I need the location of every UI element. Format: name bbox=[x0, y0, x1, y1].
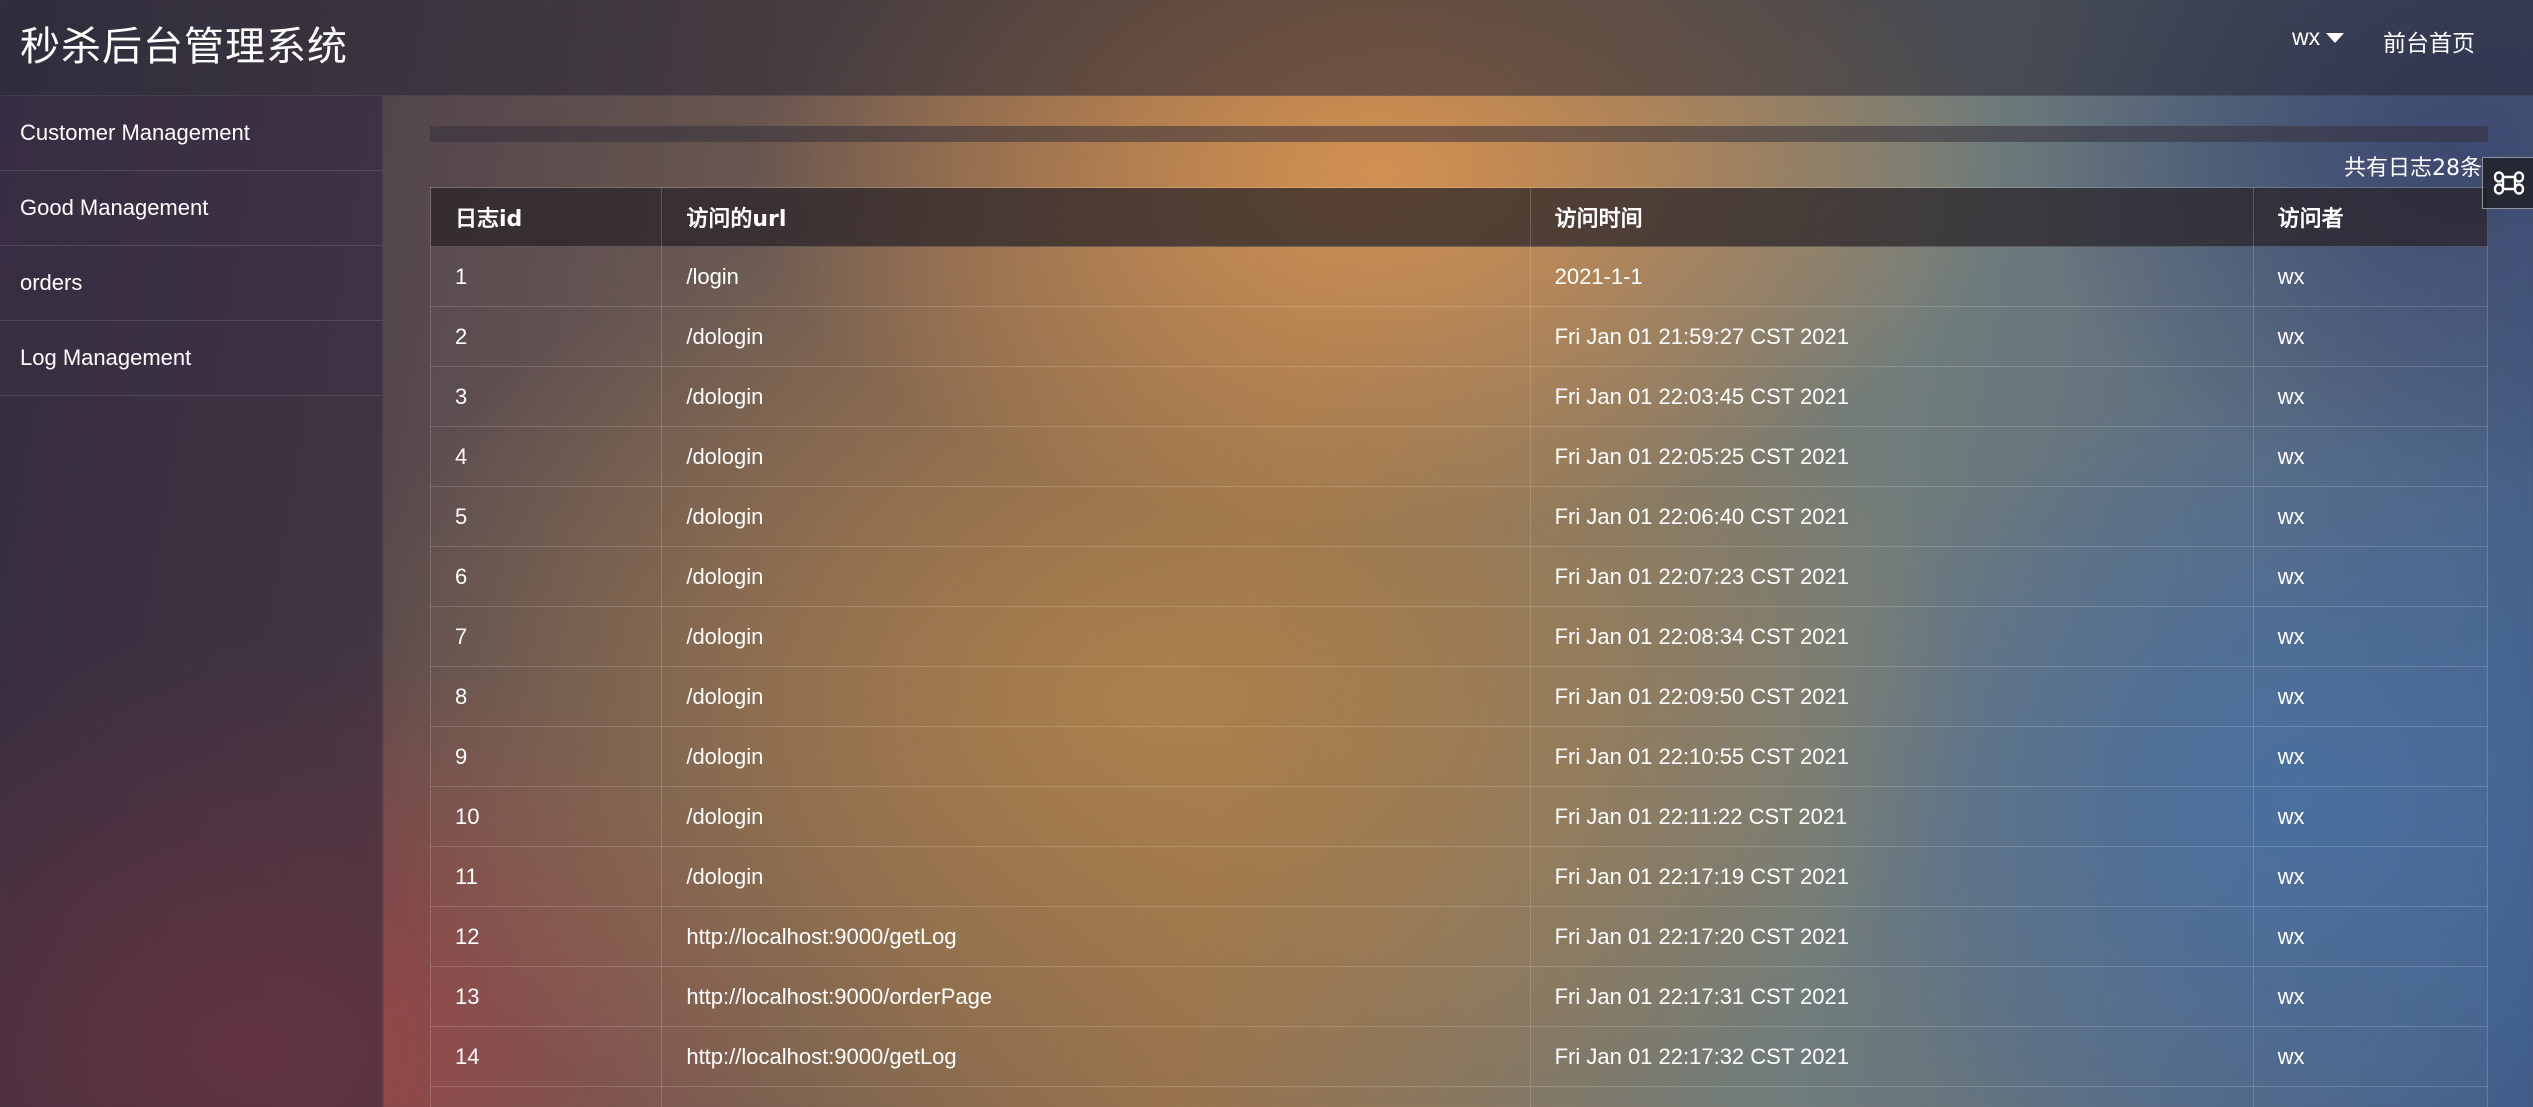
log-id-cell: 1 bbox=[429, 246, 663, 307]
sidebar-item-orders[interactable]: orders bbox=[0, 246, 382, 321]
log-id-cell: 2 bbox=[429, 306, 663, 367]
table-row: 13 http://localhost:9000/orderPage Fri Jan… bbox=[429, 966, 2489, 1027]
table-row: 11/dologin Fri Jan 01 22:17:19 CST 2021 wx bbox=[429, 846, 2489, 907]
visitor-cell: wx bbox=[2252, 966, 2489, 1027]
table-row: 1/login 2021-1-1 wx bbox=[429, 246, 2489, 307]
top-navbar: 秒杀后台管理系统 wx 前台首页 bbox=[0, 0, 2533, 96]
log-id-cell: 6 bbox=[429, 546, 663, 607]
visitor-cell: wx bbox=[2252, 846, 2489, 907]
time-cell: Fri Jan 01 22:10:55 CST 2021 bbox=[1529, 726, 2254, 787]
time-cell: Fri Jan 01 22:07:23 CST 2021 bbox=[1529, 546, 2254, 607]
visitor-cell bbox=[2252, 1086, 2489, 1107]
log-table: 日志id 访问的url 访问时间 访问者 1/login 2021-1-1 wx 2/… bbox=[429, 187, 2489, 1107]
table-row: 7/dologin Fri Jan 01 22:08:34 CST 2021 wx bbox=[429, 606, 2489, 667]
column-header-url: 访问的url bbox=[661, 187, 1531, 247]
time-cell: Fri Jan 01 22:17:20 CST 2021 bbox=[1529, 906, 2254, 967]
visitor-cell: wx bbox=[2252, 666, 2489, 727]
time-cell: 2021-1-1 bbox=[1529, 246, 2254, 307]
time-cell: Fri Jan 01 22:06:40 CST 2021 bbox=[1529, 486, 2254, 547]
visitor-cell: wx bbox=[2252, 486, 2489, 547]
command-key-icon[interactable] bbox=[2482, 157, 2533, 209]
visitor-cell: wx bbox=[2252, 606, 2489, 667]
visitor-cell: wx bbox=[2252, 426, 2489, 487]
log-id-cell: 5 bbox=[429, 486, 663, 547]
sidebar-item-good-management[interactable]: Good Management bbox=[0, 171, 382, 246]
sidebar: Customer Management Good Management orde… bbox=[0, 96, 384, 1107]
time-cell bbox=[1529, 1086, 2254, 1107]
log-id-cell: 3 bbox=[429, 366, 663, 427]
url-cell: /dologin bbox=[661, 426, 1531, 487]
time-cell: Fri Jan 01 22:03:45 CST 2021 bbox=[1529, 366, 2254, 427]
caret-down-icon bbox=[2326, 32, 2345, 43]
log-count: 共有日志28条 bbox=[2344, 156, 2482, 181]
log-id-cell: 4 bbox=[429, 426, 663, 487]
top-divider-bar bbox=[430, 126, 2488, 142]
url-cell: /login bbox=[661, 246, 1531, 307]
time-cell: Fri Jan 01 21:59:27 CST 2021 bbox=[1529, 306, 2254, 367]
visitor-cell: wx bbox=[2252, 546, 2489, 607]
user-name: wx bbox=[2292, 24, 2321, 50]
visitor-cell: wx bbox=[2252, 306, 2489, 367]
visitor-cell: wx bbox=[2252, 1026, 2489, 1087]
main-content: 共有日志28条 日志id 访问的url 访问时间 访问者 1/login 2021… bbox=[429, 126, 2489, 1107]
url-cell: /dologin bbox=[661, 786, 1531, 847]
table-row: 12 http://localhost:9000/getLog Fri Jan 01… bbox=[429, 906, 2489, 967]
sidebar-item-customer-management[interactable]: Customer Management bbox=[0, 96, 382, 171]
table-row: 8/dologin Fri Jan 01 22:09:50 CST 2021 wx bbox=[429, 666, 2489, 727]
table-row: 10/dologin Fri Jan 01 22:11:22 CST 2021 wx bbox=[429, 786, 2489, 847]
time-cell: Fri Jan 01 22:17:31 CST 2021 bbox=[1529, 966, 2254, 1027]
table-row: 9/dologin Fri Jan 01 22:10:55 CST 2021 wx bbox=[429, 726, 2489, 787]
table-row: 3/dologin Fri Jan 01 22:03:45 CST 2021 wx bbox=[429, 366, 2489, 427]
table-row: 6/dologin Fri Jan 01 22:07:23 CST 2021 wx bbox=[429, 546, 2489, 607]
column-header-time: 访问时间 bbox=[1529, 187, 2254, 247]
time-cell: Fri Jan 01 22:11:22 CST 2021 bbox=[1529, 786, 2254, 847]
log-id-cell: 13 bbox=[429, 966, 663, 1027]
time-cell: Fri Jan 01 22:17:19 CST 2021 bbox=[1529, 846, 2254, 907]
time-cell: Fri Jan 01 22:05:25 CST 2021 bbox=[1529, 426, 2254, 487]
table-row bbox=[429, 1086, 2489, 1107]
url-cell: /dologin bbox=[661, 486, 1531, 547]
visitor-cell: wx bbox=[2252, 246, 2489, 307]
visitor-cell: wx bbox=[2252, 786, 2489, 847]
time-cell: Fri Jan 01 22:09:50 CST 2021 bbox=[1529, 666, 2254, 727]
log-id-cell: 11 bbox=[429, 846, 663, 907]
visitor-cell: wx bbox=[2252, 906, 2489, 967]
url-cell: /dologin bbox=[661, 666, 1531, 727]
url-cell: /dologin bbox=[661, 306, 1531, 367]
url-cell bbox=[661, 1086, 1531, 1107]
url-cell: http://localhost:9000/getLog bbox=[661, 1026, 1531, 1087]
table-row: 5/dologin Fri Jan 01 22:06:40 CST 2021 wx bbox=[429, 486, 2489, 547]
log-id-cell bbox=[429, 1086, 663, 1107]
log-id-cell: 9 bbox=[429, 726, 663, 787]
url-cell: http://localhost:9000/getLog bbox=[661, 906, 1531, 967]
visitor-cell: wx bbox=[2252, 366, 2489, 427]
log-id-cell: 14 bbox=[429, 1026, 663, 1087]
app-title[interactable]: 秒杀后台管理系统 bbox=[20, 14, 348, 72]
user-dropdown[interactable]: wx bbox=[2292, 24, 2345, 51]
url-cell: /dologin bbox=[661, 846, 1531, 907]
table-row: 2/dologin Fri Jan 01 21:59:27 CST 2021 wx bbox=[429, 306, 2489, 367]
url-cell: /dologin bbox=[661, 726, 1531, 787]
table-row: 14 http://localhost:9000/getLog Fri Jan 01… bbox=[429, 1026, 2489, 1087]
column-header-log-id: 日志id bbox=[429, 187, 663, 247]
table-header-row: 日志id 访问的url 访问时间 访问者 bbox=[429, 187, 2489, 247]
table-row: 4/dologin Fri Jan 01 22:05:25 CST 2021 wx bbox=[429, 426, 2489, 487]
time-cell: Fri Jan 01 22:17:32 CST 2021 bbox=[1529, 1026, 2254, 1087]
url-cell: http://localhost:9000/orderPage bbox=[661, 966, 1531, 1027]
visitor-cell: wx bbox=[2252, 726, 2489, 787]
column-header-visitor: 访问者 bbox=[2252, 187, 2489, 247]
url-cell: /dologin bbox=[661, 546, 1531, 607]
log-id-cell: 12 bbox=[429, 906, 663, 967]
url-cell: /dologin bbox=[661, 366, 1531, 427]
log-id-cell: 7 bbox=[429, 606, 663, 667]
log-id-cell: 8 bbox=[429, 666, 663, 727]
url-cell: /dologin bbox=[661, 606, 1531, 667]
log-table-body: 1/login 2021-1-1 wx 2/dologin Fri Jan 01 21:… bbox=[429, 246, 2489, 1107]
frontend-home-link[interactable]: 前台首页 bbox=[2383, 24, 2475, 58]
log-id-cell: 10 bbox=[429, 786, 663, 847]
sidebar-item-log-management[interactable]: Log Management bbox=[0, 321, 382, 396]
time-cell: Fri Jan 01 22:08:34 CST 2021 bbox=[1529, 606, 2254, 667]
